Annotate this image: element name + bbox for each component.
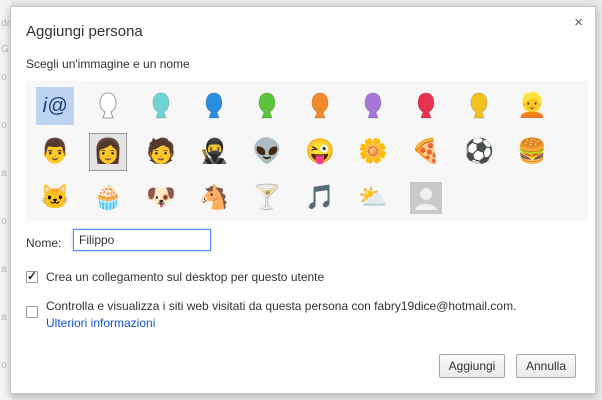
supervise-label: Controlla e visualizza i siti web visita… xyxy=(46,299,517,313)
avatar-dog-icon[interactable]: 🐶 xyxy=(142,179,180,217)
avatar-white-silhouette-icon[interactable] xyxy=(89,87,127,125)
background-text: a xyxy=(1,264,7,275)
background-text: G xyxy=(1,44,9,55)
avatar-purple-silhouette-icon[interactable] xyxy=(354,87,392,125)
avatar-flower-icon[interactable]: 🌼 xyxy=(354,133,392,171)
avatar-sun-cloud-icon[interactable]: ⛅ xyxy=(354,179,392,217)
add-person-dialog: Aggiungi persona × Scegli un'immagine e … xyxy=(10,6,596,394)
avatar-woman-sunglasses-icon[interactable]: 👩 xyxy=(89,133,127,171)
background-text: o xyxy=(1,120,7,131)
desktop-shortcut-label: Crea un collegamento sul desktop per que… xyxy=(46,270,325,284)
desktop-shortcut-checkbox[interactable] xyxy=(26,269,38,283)
more-info-link[interactable]: Ulteriori informazioni xyxy=(46,316,155,330)
avatar-alien-icon[interactable]: 👽 xyxy=(248,133,286,171)
avatar-cocktail-icon[interactable]: 🍸 xyxy=(248,179,286,217)
avatar-blonde-woman-icon[interactable]: 👱 xyxy=(513,87,551,125)
avatar-grid: i@ 👱 👨 👩 🧑 🥷 👽 😜 🌼 🍕 ⚽ 🍔 🐱 🧁 🐶 🐴 🍸 🎵 ⛅ xyxy=(26,81,588,221)
background-text: o xyxy=(1,360,7,371)
cancel-button[interactable]: Annulla xyxy=(516,354,576,378)
avatar-music-note-icon[interactable]: 🎵 xyxy=(301,179,339,217)
avatar-smiley-icon[interactable]: 😜 xyxy=(301,133,339,171)
background-text: o xyxy=(1,72,7,83)
avatar-burger-icon[interactable]: 🍔 xyxy=(513,133,551,171)
avatar-blue-silhouette-icon[interactable] xyxy=(195,87,233,125)
avatar-yellow-silhouette-icon[interactable] xyxy=(460,87,498,125)
avatar-pizza-icon[interactable]: 🍕 xyxy=(407,133,445,171)
avatar-section-label: Scegli un'immagine e un nome xyxy=(26,57,190,71)
avatar-soccer-ball-icon[interactable]: ⚽ xyxy=(460,133,498,171)
background-text: o xyxy=(1,216,7,227)
avatar-businessman-icon[interactable]: 👨 xyxy=(36,133,74,171)
background-text: a xyxy=(1,168,7,179)
avatar-orange-silhouette-icon[interactable] xyxy=(301,87,339,125)
avatar-man-icon[interactable]: 🧑 xyxy=(142,133,180,171)
name-label: Nome: xyxy=(26,236,62,250)
close-icon[interactable]: × xyxy=(574,14,583,32)
name-input[interactable] xyxy=(73,229,211,251)
add-button[interactable]: Aggiungi xyxy=(439,354,505,378)
avatar-horse-icon[interactable]: 🐴 xyxy=(195,179,233,217)
dialog-title: Aggiungi persona xyxy=(26,23,143,40)
avatar-placeholder-icon[interactable] xyxy=(407,179,445,217)
avatar-green-silhouette-icon[interactable] xyxy=(248,87,286,125)
avatar-red-silhouette-icon[interactable] xyxy=(407,87,445,125)
background-text: a xyxy=(1,312,7,323)
avatar-cat-icon[interactable]: 🐱 xyxy=(36,179,74,217)
supervise-checkbox[interactable] xyxy=(26,306,38,318)
avatar-cupcake-icon[interactable]: 🧁 xyxy=(89,179,127,217)
avatar-generic-icon[interactable]: i@ xyxy=(36,87,74,125)
avatar-cyan-silhouette-icon[interactable] xyxy=(142,87,180,125)
avatar-ninja-icon[interactable]: 🥷 xyxy=(195,133,233,171)
